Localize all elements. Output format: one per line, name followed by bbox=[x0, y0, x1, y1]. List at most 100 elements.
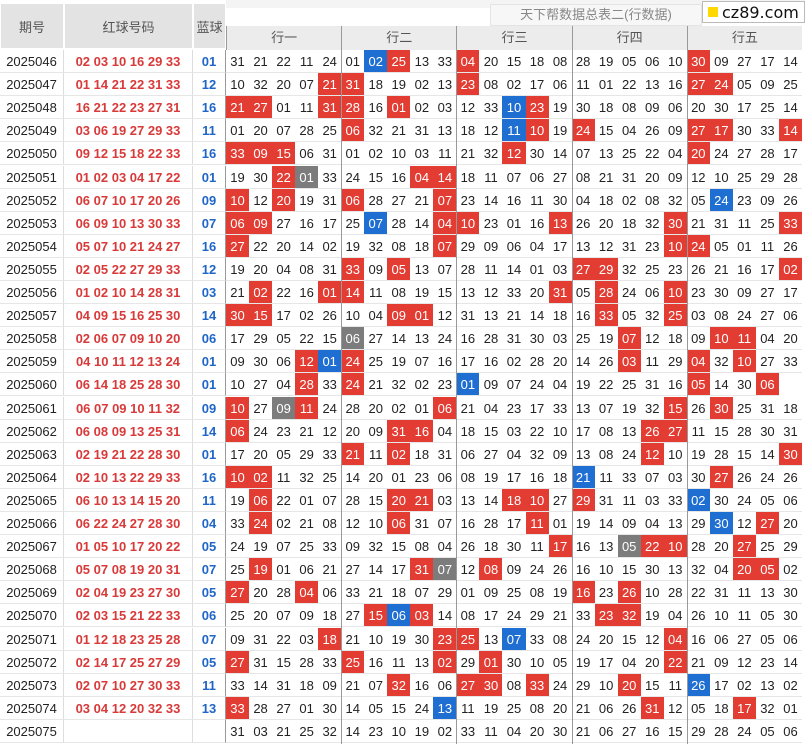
number-cell: 27 bbox=[249, 373, 273, 397]
site-logo[interactable]: cz89.com bbox=[702, 1, 805, 23]
number-cell: 12 bbox=[640, 628, 664, 651]
number-cell: 31 bbox=[502, 327, 526, 351]
number-cell: 12 bbox=[456, 96, 480, 120]
number-cell: 28 bbox=[295, 373, 319, 397]
number-cell: 02 bbox=[778, 558, 802, 582]
number-cell: 20 bbox=[548, 350, 572, 374]
number-cell: 19 bbox=[341, 235, 365, 258]
red-balls-cell: 02 19 21 22 28 30 bbox=[64, 442, 193, 466]
number-cell: 07 bbox=[295, 73, 319, 97]
number-cell: 29 bbox=[456, 235, 480, 258]
number-cell: 21 bbox=[341, 674, 365, 697]
red-balls-cell: 06 22 24 27 28 30 bbox=[64, 512, 193, 535]
number-cell: 25 bbox=[341, 650, 365, 674]
number-cell: 31 bbox=[387, 419, 411, 443]
number-cell: 07 bbox=[272, 604, 296, 628]
number-cell: 27 bbox=[686, 119, 710, 143]
number-cell: 27 bbox=[249, 397, 273, 420]
number-cell: 24 bbox=[226, 535, 250, 559]
number-cell: 12 bbox=[479, 281, 503, 304]
number-cell: 13 bbox=[433, 73, 457, 97]
number-cell: 20 bbox=[272, 235, 296, 258]
number-cell: 19 bbox=[479, 697, 503, 720]
number-cell: 33 bbox=[778, 211, 802, 235]
period-cell: 2025049 bbox=[0, 119, 64, 143]
number-cell: 11 bbox=[479, 258, 503, 281]
blue-ball-cell: 01 bbox=[193, 373, 226, 397]
number-cell: 21 bbox=[594, 166, 618, 189]
table-row: 2025064 02 10 13 22 29 33 16 10 02 11 32 25 14 20… bbox=[0, 465, 805, 489]
period-cell: 2025072 bbox=[0, 650, 64, 674]
number-cell: 07 bbox=[433, 558, 457, 582]
number-cell: 20 bbox=[249, 119, 273, 143]
number-cell: 15 bbox=[272, 651, 296, 674]
number-cell: 31 bbox=[410, 119, 434, 143]
number-cell: 04 bbox=[364, 304, 388, 328]
number-cell: 10 bbox=[640, 581, 664, 605]
number-cell: 03 bbox=[410, 142, 434, 166]
number-cell: 16 bbox=[663, 73, 687, 97]
number-cell: 01 bbox=[525, 258, 549, 281]
number-cell: 14 bbox=[778, 96, 802, 120]
number-cell: 18 bbox=[548, 304, 572, 328]
number-cell: 16 bbox=[571, 535, 595, 559]
number-cell: 05 bbox=[272, 443, 296, 466]
red-balls-cell: 05 07 10 21 24 27 bbox=[64, 234, 193, 258]
number-cell: 09 bbox=[295, 604, 319, 628]
red-balls-header[interactable]: 红球号码 bbox=[64, 3, 193, 49]
number-cell: 07 bbox=[410, 350, 434, 374]
number-cell: 17 bbox=[548, 235, 572, 258]
number-cell: 30 bbox=[709, 281, 733, 304]
number-cell: 26 bbox=[318, 304, 342, 328]
number-cell: 04 bbox=[571, 189, 595, 212]
number-cell: 28 bbox=[663, 581, 687, 605]
number-cell: 27 bbox=[341, 604, 365, 628]
number-cell: 16 bbox=[364, 96, 388, 120]
blue-ball-cell: 05 bbox=[193, 535, 226, 559]
number-cell: 28 bbox=[341, 489, 365, 512]
number-cell: 23 bbox=[525, 96, 549, 120]
number-cell: 09 bbox=[387, 304, 411, 328]
blue-ball-header[interactable]: 蓝球 bbox=[193, 3, 226, 49]
number-cell: 19 bbox=[617, 397, 641, 420]
number-cell: 30 bbox=[525, 327, 549, 351]
number-cell: 30 bbox=[226, 304, 250, 328]
period-header[interactable]: 期号 bbox=[0, 3, 64, 49]
red-balls-cell: 06 07 10 17 20 26 bbox=[64, 188, 193, 212]
number-cell: 19 bbox=[479, 466, 503, 489]
number-cell: 09 bbox=[364, 258, 388, 281]
number-cell: 10 bbox=[525, 651, 549, 674]
number-cell: 01 bbox=[318, 281, 342, 304]
number-cell: 05 bbox=[755, 489, 779, 512]
number-cell: 25 bbox=[318, 466, 342, 489]
period-cell: 2025069 bbox=[0, 581, 64, 605]
number-cell: 28 bbox=[709, 720, 733, 743]
number-cell: 09 bbox=[617, 512, 641, 535]
number-cell: 10 bbox=[709, 166, 733, 189]
number-cell: 04 bbox=[502, 443, 526, 466]
number-cell: 06 bbox=[433, 466, 457, 489]
number-cell: 04 bbox=[640, 512, 664, 535]
number-cell: 01 bbox=[272, 96, 296, 120]
period-cell: 2025050 bbox=[0, 142, 64, 166]
number-cell: 23 bbox=[272, 420, 296, 443]
period-cell: 2025075 bbox=[0, 719, 64, 743]
table-row: 2025049 03 06 19 27 29 33 11 01 20 07 28 25 06 32… bbox=[0, 119, 805, 143]
number-cell: 23 bbox=[456, 73, 480, 97]
number-cell: 04 bbox=[272, 373, 296, 397]
number-cell: 02 bbox=[272, 512, 296, 535]
number-cell: 13 bbox=[433, 696, 457, 720]
number-cell: 20 bbox=[548, 697, 572, 720]
number-cell: 12 bbox=[732, 512, 756, 535]
number-cell: 11 bbox=[502, 119, 526, 143]
number-cell: 13 bbox=[571, 397, 595, 420]
number-cell: 15 bbox=[663, 396, 687, 420]
number-cell: 31 bbox=[249, 651, 273, 674]
number-cell: 29 bbox=[755, 166, 779, 189]
number-cell: 32 bbox=[617, 604, 641, 628]
number-cell: 06 bbox=[249, 488, 273, 512]
number-cell: 30 bbox=[640, 558, 664, 582]
number-cell: 31 bbox=[640, 373, 664, 397]
number-cell: 01 bbox=[387, 466, 411, 489]
number-cell: 13 bbox=[755, 581, 779, 605]
